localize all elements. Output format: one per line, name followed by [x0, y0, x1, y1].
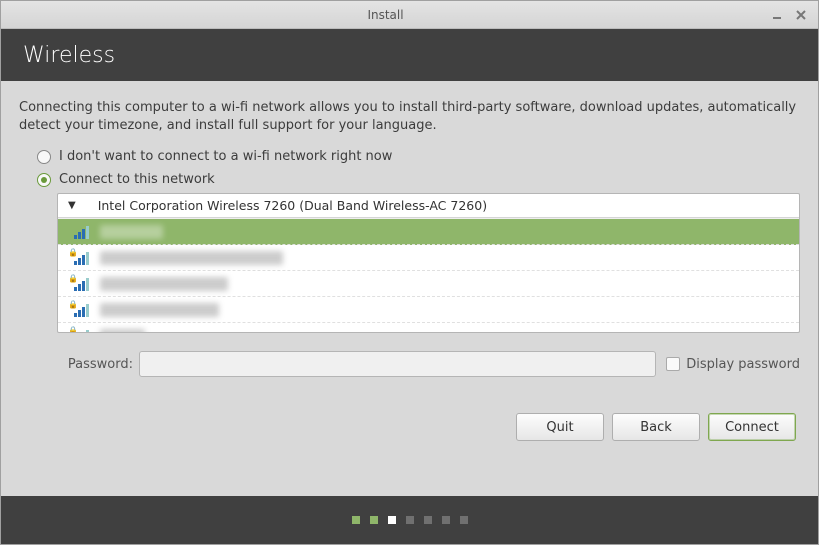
network-ssid: ███████████████████: [100, 251, 283, 265]
network-item[interactable]: 🔒████████████: [58, 297, 799, 323]
display-password-wrap[interactable]: Display password: [666, 357, 800, 372]
network-ssid: ████: [100, 329, 145, 333]
signal-icon: [74, 251, 90, 265]
radio-no-connect[interactable]: I don't want to connect to a wi-fi netwo…: [37, 149, 800, 164]
adapter-name: Intel Corporation Wireless 7260 (Dual Ba…: [98, 198, 487, 213]
radio-connect-label: Connect to this network: [59, 172, 215, 187]
password-label: Password:: [57, 357, 133, 372]
connect-button[interactable]: Connect: [708, 413, 796, 441]
progress-dot: [406, 516, 414, 524]
radio-icon: [37, 150, 51, 164]
checkbox-icon: [666, 357, 680, 371]
signal-icon: [74, 225, 90, 239]
signal-icon: [74, 329, 90, 333]
network-item[interactable]: 🔒███████████████████: [58, 245, 799, 271]
radio-no-connect-label: I don't want to connect to a wi-fi netwo…: [59, 149, 392, 164]
signal-icon: [74, 277, 90, 291]
content-area: Connecting this computer to a wi-fi netw…: [1, 81, 818, 377]
progress-dot: [424, 516, 432, 524]
window-title: Install: [1, 8, 770, 22]
adapter-row[interactable]: ▼ Intel Corporation Wireless 7260 (Dual …: [58, 194, 799, 218]
network-item[interactable]: ██████: [58, 219, 799, 245]
page-title: Wireless: [1, 29, 818, 81]
progress-dot: [460, 516, 468, 524]
close-button[interactable]: [794, 8, 808, 22]
minimize-button[interactable]: [770, 8, 784, 22]
button-row: Quit Back Connect: [1, 377, 818, 455]
network-ssid: █████████████: [100, 277, 228, 291]
network-ssid: ████████████: [100, 303, 219, 317]
password-input[interactable]: [139, 351, 656, 377]
network-list[interactable]: ██████🔒███████████████████🔒█████████████…: [58, 218, 799, 332]
radio-icon: [37, 173, 51, 187]
password-row: Password: Display password: [57, 351, 800, 377]
radio-connect[interactable]: Connect to this network: [37, 172, 800, 187]
display-password-label: Display password: [686, 357, 800, 372]
titlebar: Install: [1, 1, 818, 29]
titlebar-buttons: [770, 8, 818, 22]
back-button[interactable]: Back: [612, 413, 700, 441]
description-text: Connecting this computer to a wi-fi netw…: [19, 99, 800, 135]
network-item[interactable]: 🔒█████████████: [58, 271, 799, 297]
network-ssid: ██████: [100, 225, 163, 239]
network-item[interactable]: 🔒████: [58, 323, 799, 332]
quit-button[interactable]: Quit: [516, 413, 604, 441]
install-window: Install Wireless Connecting this compute…: [0, 0, 819, 545]
progress-dot: [388, 516, 396, 524]
progress-dot: [442, 516, 450, 524]
caret-down-icon: ▼: [68, 200, 76, 211]
progress-dots: [1, 496, 818, 544]
progress-dot: [352, 516, 360, 524]
network-list-panel: ▼ Intel Corporation Wireless 7260 (Dual …: [57, 193, 800, 333]
progress-dot: [370, 516, 378, 524]
signal-icon: [74, 303, 90, 317]
